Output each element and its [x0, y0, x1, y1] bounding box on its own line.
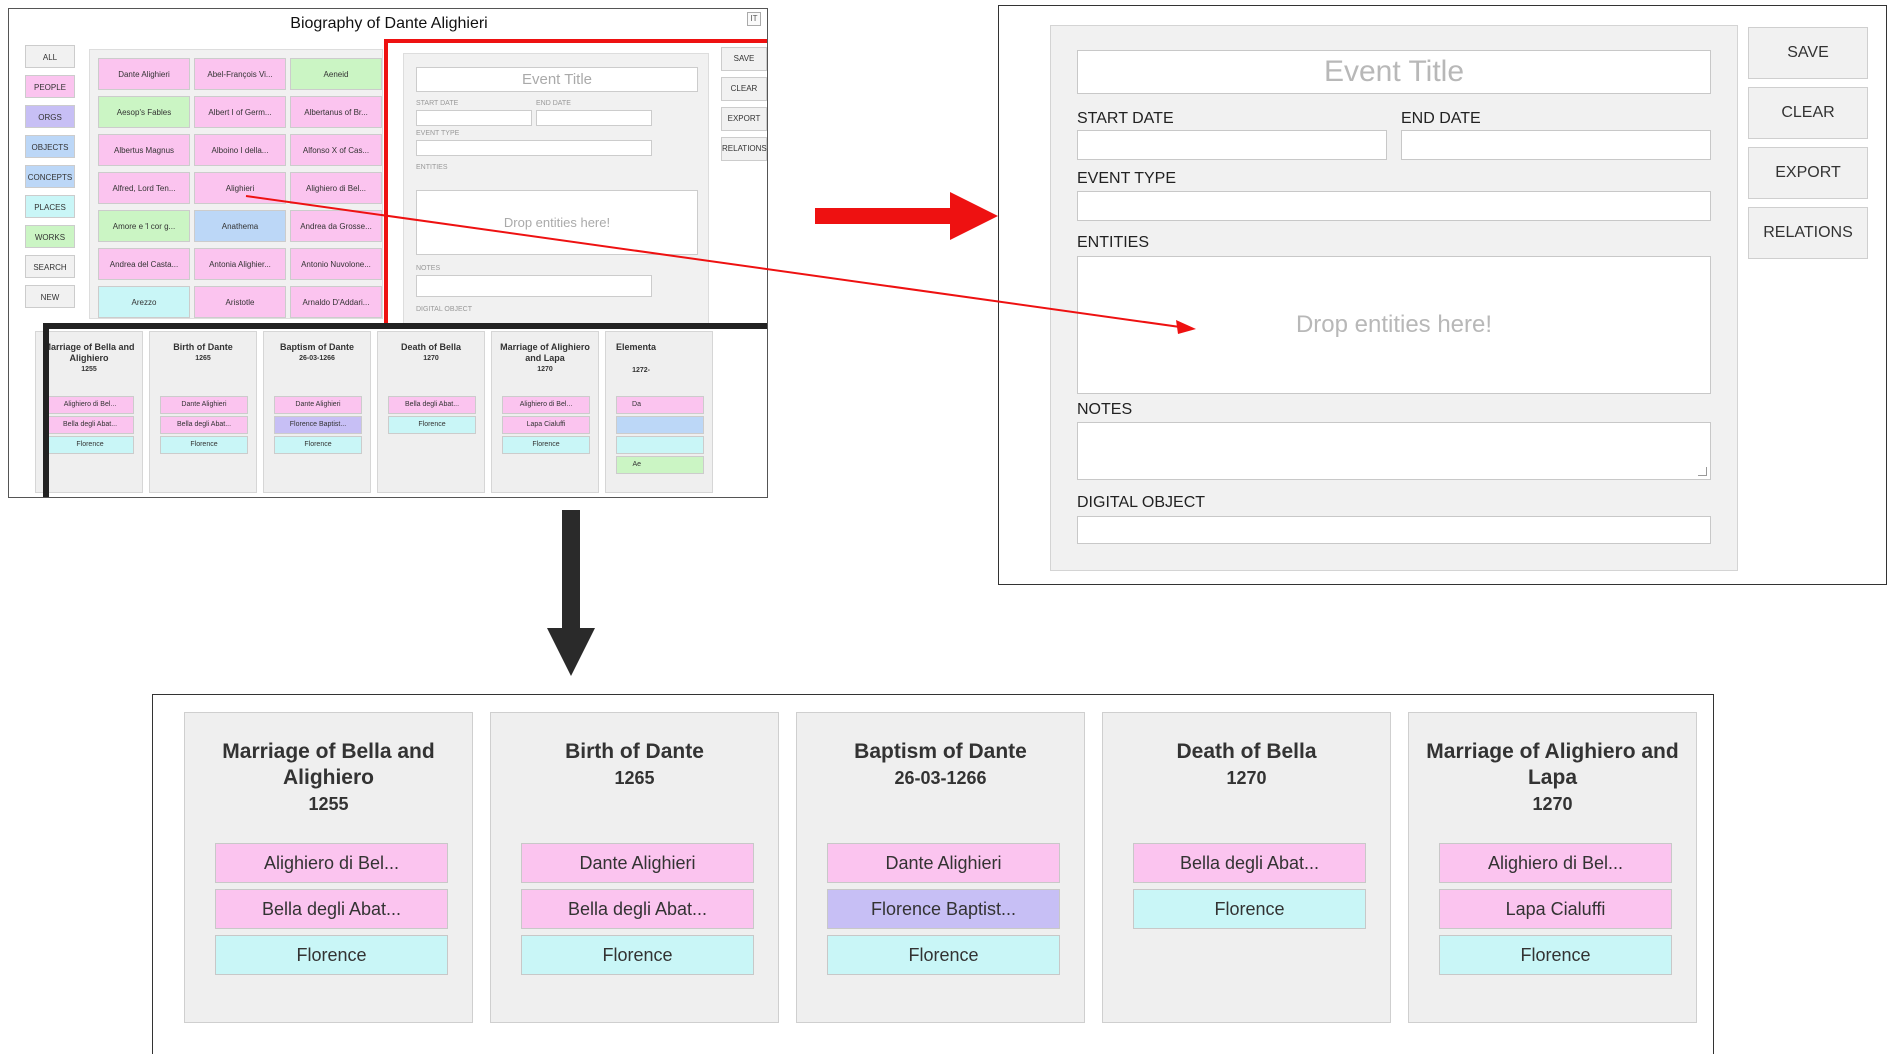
event-entity-chip[interactable]: Florence — [1439, 935, 1672, 975]
black-arrow-head — [547, 628, 595, 676]
filter-column: ALL PEOPLE ORGS OBJECTS CONCEPTS PLACES WORKS S… — [25, 45, 79, 315]
entity-tile[interactable]: Antonio Nuvolone... — [290, 248, 382, 280]
event-entity-chip[interactable]: Florence — [1133, 889, 1366, 929]
clear-button[interactable]: CLEAR — [1748, 87, 1868, 139]
entity-tile[interactable]: Arnaldo D'Addari... — [290, 286, 382, 318]
entity-tile[interactable]: Dante Alighieri — [98, 58, 190, 90]
digital-object-input[interactable] — [1077, 516, 1711, 544]
filter-button-orgs[interactable]: ORGS — [25, 105, 75, 128]
export-button[interactable]: EXPORT — [1748, 147, 1868, 199]
event-card[interactable]: Death of Bella 1270 Bella degli Abat... Flo… — [1102, 712, 1391, 1023]
entity-tile[interactable]: Albertanus of Br... — [290, 96, 382, 128]
entity-palette: Dante Alighieri Abel-François Vi... Aeneid… — [89, 49, 383, 319]
event-card[interactable]: Marriage of Bella and Alighiero 1255 Aligh… — [184, 712, 473, 1023]
event-entity-chip[interactable]: Alighiero di Bel... — [1439, 843, 1672, 883]
filter-button-places[interactable]: PLACES — [25, 195, 75, 218]
event-type-label: EVENT TYPE — [1077, 170, 1176, 187]
entity-tile[interactable]: Andrea del Casta... — [98, 248, 190, 280]
filter-button-concepts[interactable]: CONCEPTS — [25, 165, 75, 188]
event-type-input[interactable] — [1077, 191, 1711, 221]
event-title: Marriage of Bella and Alighiero — [222, 740, 435, 789]
filter-button-people[interactable]: PEOPLE — [25, 75, 75, 98]
highlight-frame-red — [384, 39, 767, 329]
entity-tile[interactable]: Alighiero di Bel... — [290, 172, 382, 204]
event-date: 1270 — [1226, 768, 1267, 788]
relations-button[interactable]: RELATIONS — [1748, 207, 1868, 259]
app-screenshot: Biography of Dante Alighieri IT ALL PEOPL… — [8, 8, 768, 498]
event-title: Birth of Dante — [565, 740, 704, 763]
end-date-input[interactable] — [1401, 130, 1711, 160]
filter-button-new[interactable]: NEW — [25, 285, 75, 308]
event-card-title: Marriage of Bella and Alighiero 1255 — [185, 739, 472, 817]
event-entity-chip[interactable]: Florence — [521, 935, 754, 975]
entity-tile[interactable]: Anathema — [194, 210, 286, 242]
entity-tile[interactable]: Albertus Magnus — [98, 134, 190, 166]
red-arrow-shaft — [815, 208, 955, 224]
event-entity-chip[interactable]: Bella degli Abat... — [1133, 843, 1366, 883]
entity-tile[interactable]: Arezzo — [98, 286, 190, 318]
event-entity-chip[interactable]: Bella degli Abat... — [215, 889, 448, 929]
event-card[interactable]: Marriage of Alighiero and Lapa 1270 Alighi… — [1408, 712, 1697, 1023]
filter-button-objects[interactable]: OBJECTS — [25, 135, 75, 158]
entity-tile[interactable]: Aristotle — [194, 286, 286, 318]
event-title: Death of Bella — [1176, 740, 1317, 763]
event-date: 26-03-1266 — [894, 768, 987, 788]
event-entity-chip[interactable]: Lapa Cialuffi — [1439, 889, 1672, 929]
end-date-label: END DATE — [1401, 110, 1481, 127]
entities-drop-zone[interactable]: Drop entities here! — [1077, 256, 1711, 394]
entity-tile[interactable]: Alfonso X of Cas... — [290, 134, 382, 166]
entity-tile[interactable]: Aeneid — [290, 58, 382, 90]
event-title: Marriage of Alighiero and Lapa — [1426, 740, 1679, 789]
save-button[interactable]: SAVE — [1748, 27, 1868, 79]
entity-tile[interactable]: Andrea da Grosse... — [290, 210, 382, 242]
filter-button-works[interactable]: WORKS — [25, 225, 75, 248]
event-card-title: Marriage of Alighiero and Lapa 1270 — [1409, 739, 1696, 817]
entities-label: ENTITIES — [1077, 234, 1150, 251]
start-date-input[interactable] — [1077, 130, 1387, 160]
language-toggle[interactable]: IT — [747, 12, 761, 26]
entity-tile[interactable]: Amore e 'l cor g... — [98, 210, 190, 242]
app-title: Biography of Dante Alighieri — [290, 15, 488, 32]
entity-tile[interactable]: Abel-François Vi... — [194, 58, 286, 90]
red-arrow-head — [950, 192, 998, 240]
event-title-input[interactable]: Event Title — [1077, 50, 1711, 94]
event-card[interactable]: Birth of Dante 1265 Dante Alighieri Bella d… — [490, 712, 779, 1023]
event-entity-chip[interactable]: Florence — [215, 935, 448, 975]
notes-label: NOTES — [1077, 401, 1133, 418]
notes-input[interactable] — [1077, 422, 1711, 480]
entity-tile[interactable]: Alfred, Lord Ten... — [98, 172, 190, 204]
event-entity-chip[interactable]: Bella degli Abat... — [521, 889, 754, 929]
event-date: 1255 — [308, 794, 349, 814]
event-card-title: Baptism of Dante 26-03-1266 — [797, 739, 1084, 791]
event-entity-chip[interactable]: Dante Alighieri — [827, 843, 1060, 883]
event-card-title: Death of Bella 1270 — [1103, 739, 1390, 791]
event-title: Baptism of Dante — [854, 740, 1027, 763]
entity-tile[interactable]: Alighieri — [194, 172, 286, 204]
event-card[interactable]: Baptism of Dante 26-03-1266 Dante Alighier… — [796, 712, 1085, 1023]
event-entity-chip[interactable]: Dante Alighieri — [521, 843, 754, 883]
black-arrow-shaft — [562, 510, 580, 630]
digital-object-label: DIGITAL OBJECT — [1077, 494, 1206, 511]
start-date-label: START DATE — [1077, 110, 1174, 127]
zoomed-event-form: Event Title START DATE END DATE EVENT TY… — [1050, 25, 1738, 571]
filter-button-search[interactable]: SEARCH — [25, 255, 75, 278]
entity-grid: Dante Alighieri Abel-François Vi... Aeneid… — [98, 58, 382, 318]
entity-tile[interactable]: Alboino I della... — [194, 134, 286, 166]
event-date: 1265 — [614, 768, 655, 788]
highlight-frame-black — [43, 323, 767, 497]
event-card-title: Birth of Dante 1265 — [491, 739, 778, 791]
entity-tile[interactable]: Antonia Alighier... — [194, 248, 286, 280]
filter-button-all[interactable]: ALL — [25, 45, 75, 68]
event-entity-chip[interactable]: Florence Baptist... — [827, 889, 1060, 929]
entity-tile[interactable]: Aesop's Fables — [98, 96, 190, 128]
event-entity-chip[interactable]: Florence — [827, 935, 1060, 975]
event-entity-chip[interactable]: Alighiero di Bel... — [215, 843, 448, 883]
entity-tile[interactable]: Albert I of Germ... — [194, 96, 286, 128]
event-date: 1270 — [1532, 794, 1573, 814]
